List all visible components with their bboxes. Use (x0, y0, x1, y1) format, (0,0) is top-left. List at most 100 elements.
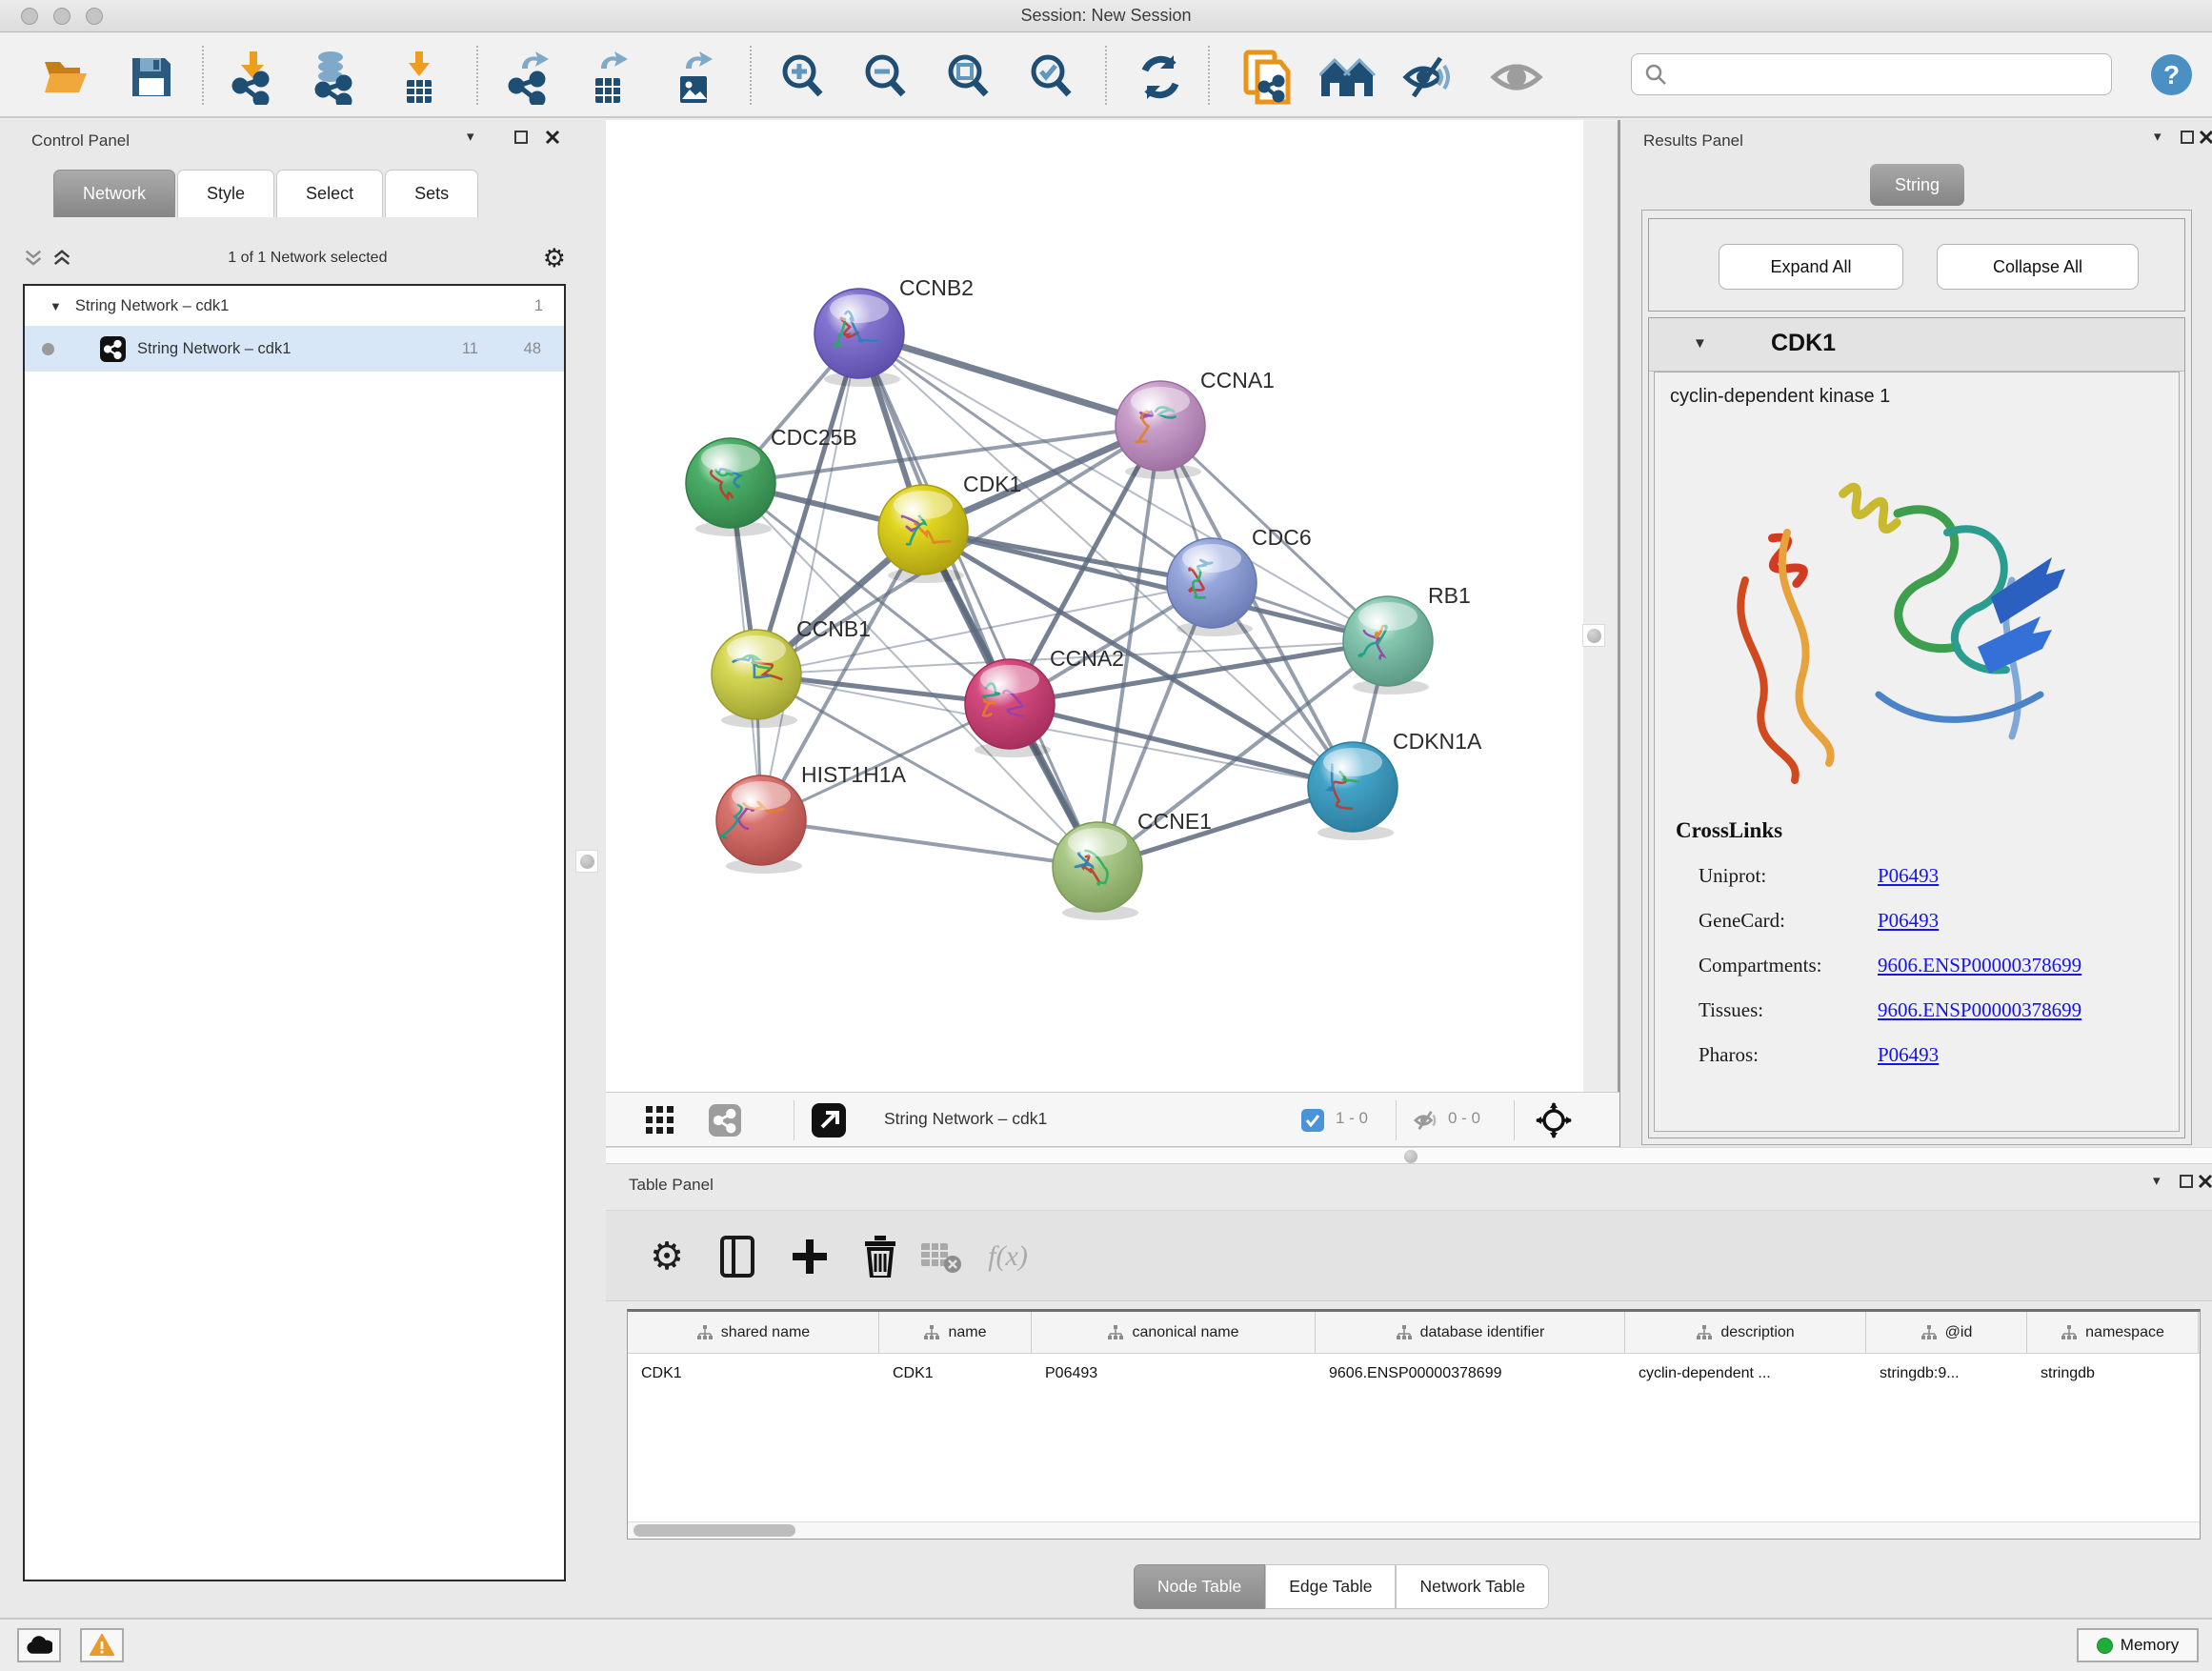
network-badge-icon[interactable] (709, 1104, 741, 1137)
selected-checkbox-icon[interactable] (1301, 1109, 1324, 1132)
table-cell[interactable]: P06493 (1032, 1354, 1316, 1394)
warning-button[interactable] (80, 1628, 124, 1662)
column-header[interactable]: @id (1866, 1312, 2027, 1353)
export-network-icon[interactable] (499, 48, 558, 107)
collapse-all-button[interactable]: Collapse All (1937, 244, 2139, 290)
birdseye-grid-icon[interactable] (646, 1106, 674, 1135)
table-cell[interactable]: CDK1 (879, 1354, 1032, 1394)
panel-close-icon[interactable] (545, 130, 560, 145)
table-cell[interactable]: CDK1 (628, 1354, 879, 1394)
export-image-icon[interactable] (663, 48, 722, 107)
network-node[interactable]: RB1 (1343, 583, 1471, 695)
network-options-gear-icon[interactable]: ⚙ (543, 246, 566, 272)
tab-string[interactable]: String (1870, 164, 1964, 206)
gene-collapse-icon[interactable]: ▼ (1693, 335, 1707, 352)
node-label: CDC6 (1252, 525, 1312, 550)
export-table-icon[interactable] (578, 48, 637, 107)
expand-all-icon[interactable] (51, 248, 72, 269)
crosslink-link[interactable]: P06493 (1878, 909, 1939, 933)
help-icon[interactable]: ? (2151, 54, 2192, 95)
show-all-icon[interactable] (1487, 48, 1546, 107)
tab-edge-table[interactable]: Edge Table (1265, 1564, 1396, 1609)
tab-select[interactable]: Select (276, 170, 383, 217)
show-columns-icon[interactable] (713, 1232, 762, 1281)
table-cell[interactable]: cyclin-dependent ... (1625, 1354, 1866, 1394)
refresh-icon[interactable] (1131, 48, 1190, 107)
network-node[interactable]: CCNB2 (814, 275, 974, 387)
add-column-icon[interactable] (785, 1232, 835, 1281)
zoom-in-icon[interactable] (774, 48, 833, 107)
table-cell[interactable]: 9606.ENSP00000378699 (1316, 1354, 1625, 1394)
tab-node-table[interactable]: Node Table (1134, 1564, 1265, 1609)
crosslink-link[interactable]: 9606.ENSP00000378699 (1878, 954, 2081, 977)
network-edge[interactable] (859, 333, 1097, 867)
import-network-icon[interactable] (223, 48, 282, 107)
horizontal-splitter[interactable] (606, 1147, 2212, 1164)
collapse-all-icon[interactable] (23, 248, 44, 269)
column-header[interactable]: name (879, 1312, 1032, 1353)
left-splitter-handle[interactable] (575, 850, 598, 873)
open-in-window-icon[interactable] (812, 1103, 846, 1137)
panel-float-icon[interactable] (2181, 131, 2194, 144)
delete-column-icon[interactable] (855, 1232, 905, 1281)
home-icon[interactable] (1318, 48, 1377, 107)
zoom-selected-icon[interactable] (1022, 48, 1081, 107)
table-cell[interactable]: stringdb (2027, 1354, 2199, 1394)
column-header[interactable]: database identifier (1316, 1312, 1625, 1353)
network-node[interactable]: HIST1H1A (716, 762, 907, 874)
column-header[interactable]: namespace (2027, 1312, 2199, 1353)
crosslink-link[interactable]: 9606.ENSP00000378699 (1878, 998, 2081, 1022)
table-scrollbar-thumb[interactable] (633, 1524, 795, 1537)
panel-menu-icon[interactable]: ▾ (2154, 128, 2162, 145)
search-input[interactable] (1676, 56, 2111, 92)
network-edge[interactable] (923, 530, 1388, 641)
cloud-button[interactable] (17, 1628, 61, 1662)
panel-close-icon[interactable] (2198, 1174, 2212, 1189)
node-table[interactable]: shared namenamecanonical namedatabase id… (627, 1309, 2201, 1540)
tab-network-table[interactable]: Network Table (1396, 1564, 1549, 1609)
network-edge[interactable] (859, 333, 1160, 426)
import-table-icon[interactable] (390, 48, 449, 107)
panel-float-icon[interactable] (514, 131, 528, 144)
network-canvas[interactable]: CCNB2CCNA1CDC25BCDK1CDC6RB1CCNB1CCNA2CDK… (606, 120, 1583, 1092)
crosslink-link[interactable]: P06493 (1878, 864, 1939, 888)
panel-float-icon[interactable] (2180, 1175, 2193, 1188)
network-edge[interactable] (761, 333, 859, 820)
save-session-icon[interactable] (122, 48, 181, 107)
zoom-fit-icon[interactable] (939, 48, 998, 107)
network-node[interactable]: CDK1 (878, 472, 1021, 583)
network-node[interactable]: CCNA1 (1116, 368, 1275, 479)
expand-all-button[interactable]: Expand All (1719, 244, 1903, 290)
zoom-out-icon[interactable] (856, 48, 915, 107)
panel-menu-icon[interactable]: ▾ (2153, 1172, 2161, 1189)
settings-gear-icon[interactable]: ⚙ (642, 1232, 692, 1281)
panel-close-icon[interactable] (2199, 130, 2212, 145)
table-scrollbar[interactable] (628, 1521, 2200, 1539)
memory-button[interactable]: Memory (2077, 1628, 2199, 1662)
move-crosshair-icon[interactable] (1536, 1102, 1572, 1138)
network-edge[interactable] (761, 820, 1097, 867)
collection-expand-icon[interactable]: ▼ (50, 299, 62, 313)
network-node[interactable]: CCNB1 (712, 616, 871, 728)
panel-menu-icon[interactable]: ▾ (467, 128, 474, 145)
open-session-icon[interactable] (35, 48, 94, 107)
tab-style[interactable]: Style (177, 170, 274, 217)
column-header[interactable]: canonical name (1032, 1312, 1316, 1353)
column-header[interactable]: shared name (628, 1312, 879, 1353)
network-node[interactable]: CDKN1A (1308, 729, 1482, 840)
tab-sets[interactable]: Sets (385, 170, 478, 217)
table-cell[interactable]: stringdb:9... (1866, 1354, 2027, 1394)
crosslink-link[interactable]: P06493 (1878, 1043, 1939, 1067)
tab-network[interactable]: Network (53, 170, 175, 217)
right-splitter-handle[interactable] (1582, 624, 1605, 647)
import-database-icon[interactable] (304, 48, 363, 107)
network-row[interactable]: String Network – cdk1 11 48 (25, 326, 564, 372)
network-node[interactable]: CDC25B (686, 425, 857, 536)
clone-network-icon[interactable] (1237, 48, 1297, 107)
gene-name: CDK1 (1771, 330, 1836, 357)
hide-selected-icon[interactable] (1399, 48, 1458, 107)
network-edge[interactable] (1010, 704, 1353, 787)
network-collection-row[interactable]: ▼ String Network – cdk1 1 (25, 286, 564, 326)
gene-header[interactable]: ▼ CDK1 (1649, 318, 2184, 372)
column-header[interactable]: description (1625, 1312, 1866, 1353)
